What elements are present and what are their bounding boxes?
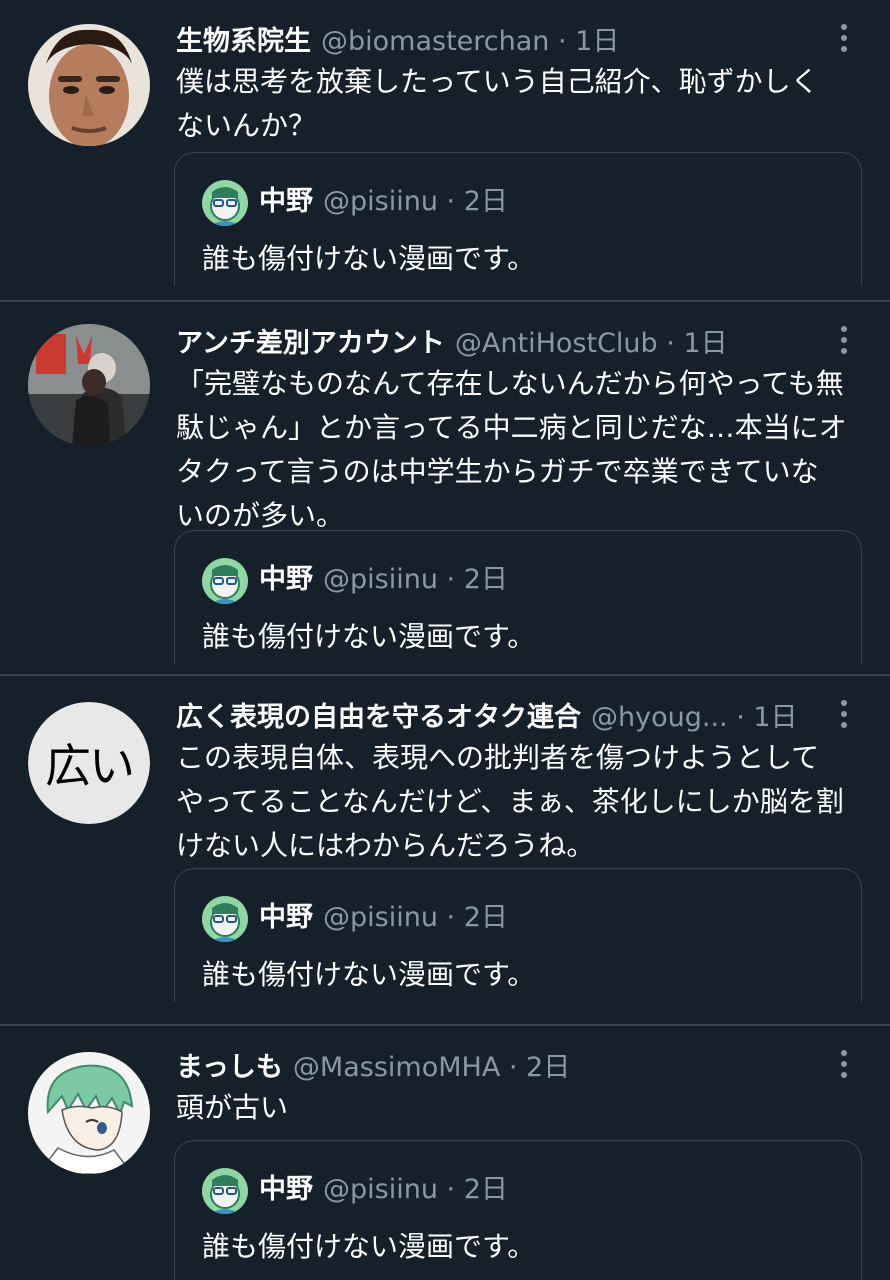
quoted-header: 中野 @pisiinu · 2日 xyxy=(259,1169,508,1211)
tweet-text-line: けない人にはわからんだろうね。 xyxy=(176,829,595,862)
quoted-tweet[interactable]: 中野 @pisiinu · 2日 誰も傷付けない漫画です。 xyxy=(174,152,862,286)
more-options-icon[interactable] xyxy=(832,18,856,58)
separator-dot: · xyxy=(727,702,754,733)
quoted-text: 誰も傷付けない漫画です。 xyxy=(202,620,536,653)
quoted-display-name: 中野 xyxy=(259,1174,313,1205)
tweet-text-line: 駄じゃん」とか言ってる中二病と同じだな…本当にオ xyxy=(176,411,847,444)
tweet-text-line: タクって言うのは中学生からガチで卒業できていな xyxy=(176,455,819,488)
quoted-header: 中野 @pisiinu · 2日 xyxy=(259,897,508,939)
timestamp[interactable]: 1日 xyxy=(575,26,619,57)
quoted-display-name: 中野 xyxy=(259,902,313,933)
tweet-header: アンチ差別アカウント @AntiHostClub · 1日 xyxy=(176,324,820,364)
more-options-icon[interactable] xyxy=(832,320,856,360)
user-handle[interactable]: @biomasterchan xyxy=(321,26,549,57)
quoted-timestamp: 2日 xyxy=(463,1174,508,1205)
photo-avatar[interactable] xyxy=(28,324,150,446)
anime-character-avatar[interactable] xyxy=(28,1052,150,1174)
separator-dot: · xyxy=(657,328,684,359)
tweet-2[interactable]: アンチ差別アカウント @AntiHostClub · 1日 「完璧なものなんて存在… xyxy=(0,302,890,674)
separator-dot: · xyxy=(437,564,464,595)
display-name[interactable]: 広く表現の自由を守るオタク連合 xyxy=(176,702,581,733)
quoted-timestamp: 2日 xyxy=(463,564,508,595)
tweet-text-line: 頭が古い xyxy=(176,1091,289,1124)
quoted-handle: @pisiinu xyxy=(323,1174,438,1205)
tweet-text: 頭が古い xyxy=(176,1086,862,1130)
quoted-tweet[interactable]: 中野 @pisiinu · 2日 誰も傷付けない漫画です。 xyxy=(174,868,862,1002)
quoted-tweet[interactable]: 中野 @pisiinu · 2日 誰も傷付けない漫画です。 xyxy=(174,1140,862,1280)
cartoon-face-avatar xyxy=(202,1168,248,1214)
quoted-text: 誰も傷付けない漫画です。 xyxy=(202,958,536,991)
separator-dot: · xyxy=(500,1052,527,1083)
user-handle[interactable]: @MassimoMHA xyxy=(293,1052,500,1083)
quoted-timestamp: 2日 xyxy=(463,902,508,933)
quoted-handle: @pisiinu xyxy=(323,564,438,595)
tweet-3[interactable]: 広い 広く表現の自由を守るオタク連合 @hyoug... · 1日 この表現自体、… xyxy=(0,676,890,1024)
quoted-header: 中野 @pisiinu · 2日 xyxy=(259,559,508,601)
quoted-text: 誰も傷付けない漫画です。 xyxy=(202,1230,536,1263)
display-name[interactable]: まっしも xyxy=(176,1052,283,1083)
quoted-handle: @pisiinu xyxy=(323,186,438,217)
tweet-text-line: 「完璧なものなんて存在しないんだから何やっても無 xyxy=(176,367,844,400)
separator-dot: · xyxy=(549,26,576,57)
tweet-text-line: 僕は思考を放棄したっていう自己紹介、恥ずかしく xyxy=(176,65,819,98)
tweet-text-line: この表現自体、表現への批判者を傷つけようとして xyxy=(176,741,820,774)
tweet-text: この表現自体、表現への批判者を傷つけようとして やってることなんだけど、まぁ、茶… xyxy=(176,736,862,868)
separator-dot: · xyxy=(437,902,464,933)
quoted-display-name: 中野 xyxy=(259,186,313,217)
tweet-text: 「完璧なものなんて存在しないんだから何やっても無 駄じゃん」とか言ってる中二病と… xyxy=(176,362,862,538)
timestamp[interactable]: 1日 xyxy=(683,328,727,359)
quoted-handle: @pisiinu xyxy=(323,902,438,933)
quoted-timestamp: 2日 xyxy=(463,186,508,217)
tweet-header: 生物系院生 @biomasterchan · 1日 xyxy=(176,22,820,62)
quoted-header: 中野 @pisiinu · 2日 xyxy=(259,181,508,223)
more-options-icon[interactable] xyxy=(832,1044,856,1084)
tweet-text: 僕は思考を放棄したっていう自己紹介、恥ずかしく ないんか？ xyxy=(176,60,862,148)
tweet-feed: 生物系院生 @biomasterchan · 1日 僕は思考を放棄したっていう自己… xyxy=(0,0,890,1280)
quoted-tweet[interactable]: 中野 @pisiinu · 2日 誰も傷付けない漫画です。 xyxy=(174,530,862,664)
cartoon-face-avatar xyxy=(202,558,248,604)
display-name[interactable]: 生物系院生 xyxy=(176,26,311,57)
separator-dot: · xyxy=(437,186,464,217)
avatar-text: 広い xyxy=(28,702,150,824)
timestamp[interactable]: 1日 xyxy=(753,702,797,733)
tweet-header: まっしも @MassimoMHA · 2日 xyxy=(176,1048,820,1088)
display-name[interactable]: アンチ差別アカウント xyxy=(176,328,445,359)
man-photo-avatar[interactable] xyxy=(28,24,150,146)
text-avatar[interactable]: 広い xyxy=(28,702,150,824)
quoted-display-name: 中野 xyxy=(259,564,313,595)
more-options-icon[interactable] xyxy=(832,694,856,734)
cartoon-face-avatar xyxy=(202,896,248,942)
user-handle[interactable]: @hyoug... xyxy=(591,702,728,733)
cartoon-face-avatar xyxy=(202,180,248,226)
tweet-text-line: やってることなんだけど、まぁ、茶化しにしか脳を割 xyxy=(176,785,844,818)
tweet-header: 広く表現の自由を守るオタク連合 @hyoug... · 1日 xyxy=(176,698,820,738)
timestamp[interactable]: 2日 xyxy=(526,1052,570,1083)
user-handle[interactable]: @AntiHostClub xyxy=(455,328,658,359)
tweet-4[interactable]: まっしも @MassimoMHA · 2日 頭が古い 中野 @pisiinu · 2… xyxy=(0,1026,890,1280)
tweet-1[interactable]: 生物系院生 @biomasterchan · 1日 僕は思考を放棄したっていう自己… xyxy=(0,0,890,300)
tweet-text-line: ないんか？ xyxy=(176,109,317,142)
quoted-text: 誰も傷付けない漫画です。 xyxy=(202,242,536,275)
separator-dot: · xyxy=(437,1174,464,1205)
